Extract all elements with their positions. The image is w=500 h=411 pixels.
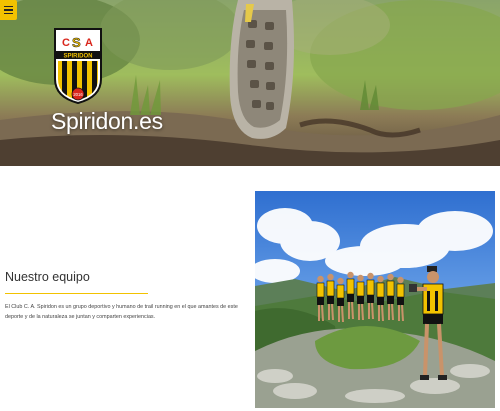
svg-text:2016: 2016 [73, 92, 83, 97]
svg-text:SPIRIDON: SPIRIDON [63, 53, 92, 59]
team-heading: Nuestro equipo [5, 270, 90, 284]
svg-text:A: A [85, 37, 93, 49]
svg-text:S: S [72, 35, 81, 50]
team-description: El Club C. A. Spiridon es un grupo depor… [5, 304, 238, 320]
heading-divider [5, 293, 148, 294]
hero-banner: C S A SPIRIDON 2016 Spiridon.es [0, 0, 500, 166]
club-logo[interactable]: C S A SPIRIDON 2016 [52, 27, 104, 105]
site-title[interactable]: Spiridon.es [51, 108, 163, 135]
svg-text:C: C [62, 37, 70, 49]
hamburger-menu-icon[interactable] [0, 0, 17, 20]
team-photo [255, 191, 495, 408]
